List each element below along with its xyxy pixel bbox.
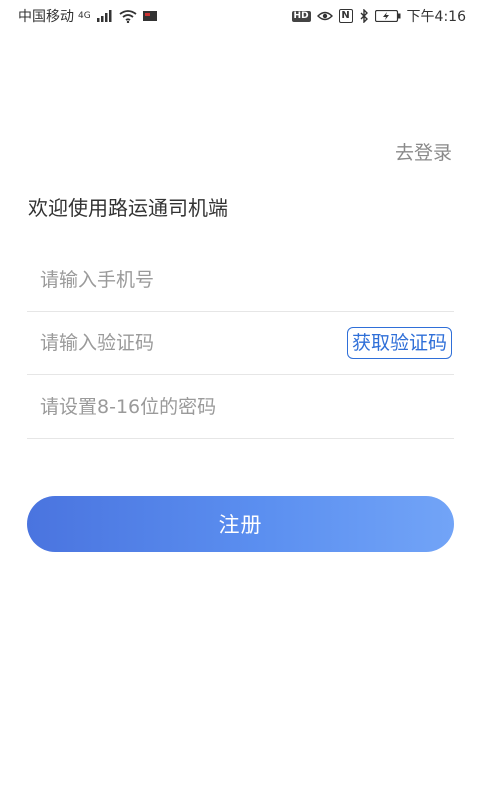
clock: 下午4:16 xyxy=(406,9,466,25)
code-row: 获取验证码 xyxy=(27,312,454,375)
phone-row xyxy=(27,249,454,312)
status-bar-left: 中国移动 4G xyxy=(18,6,157,26)
phone-input[interactable] xyxy=(27,260,454,300)
signal-icon xyxy=(96,10,113,22)
get-code-button[interactable]: 获取验证码 xyxy=(346,327,452,359)
verification-code-input[interactable] xyxy=(27,323,347,363)
hd-icon: HD xyxy=(291,10,311,22)
wifi-icon xyxy=(119,9,137,23)
status-bar: 中国移动 4G HD N 下午4:16 xyxy=(0,0,480,32)
carrier-name: 中国移动 xyxy=(18,9,74,25)
register-button[interactable]: 注册 xyxy=(27,496,454,552)
password-input[interactable] xyxy=(27,387,454,427)
password-row xyxy=(27,376,454,439)
bluetooth-icon xyxy=(359,9,369,23)
notification-icon xyxy=(142,10,157,22)
welcome-text: 欢迎使用路运通司机端 xyxy=(28,196,228,220)
network-type: 4G xyxy=(78,11,91,21)
status-bar-right: HD N 下午4:16 xyxy=(291,6,466,26)
battery-icon xyxy=(374,10,401,22)
go-to-login-link[interactable]: 去登录 xyxy=(395,138,452,165)
nfc-icon: N xyxy=(338,9,353,23)
eye-icon xyxy=(316,10,333,22)
register-button-label: 注册 xyxy=(218,513,263,537)
